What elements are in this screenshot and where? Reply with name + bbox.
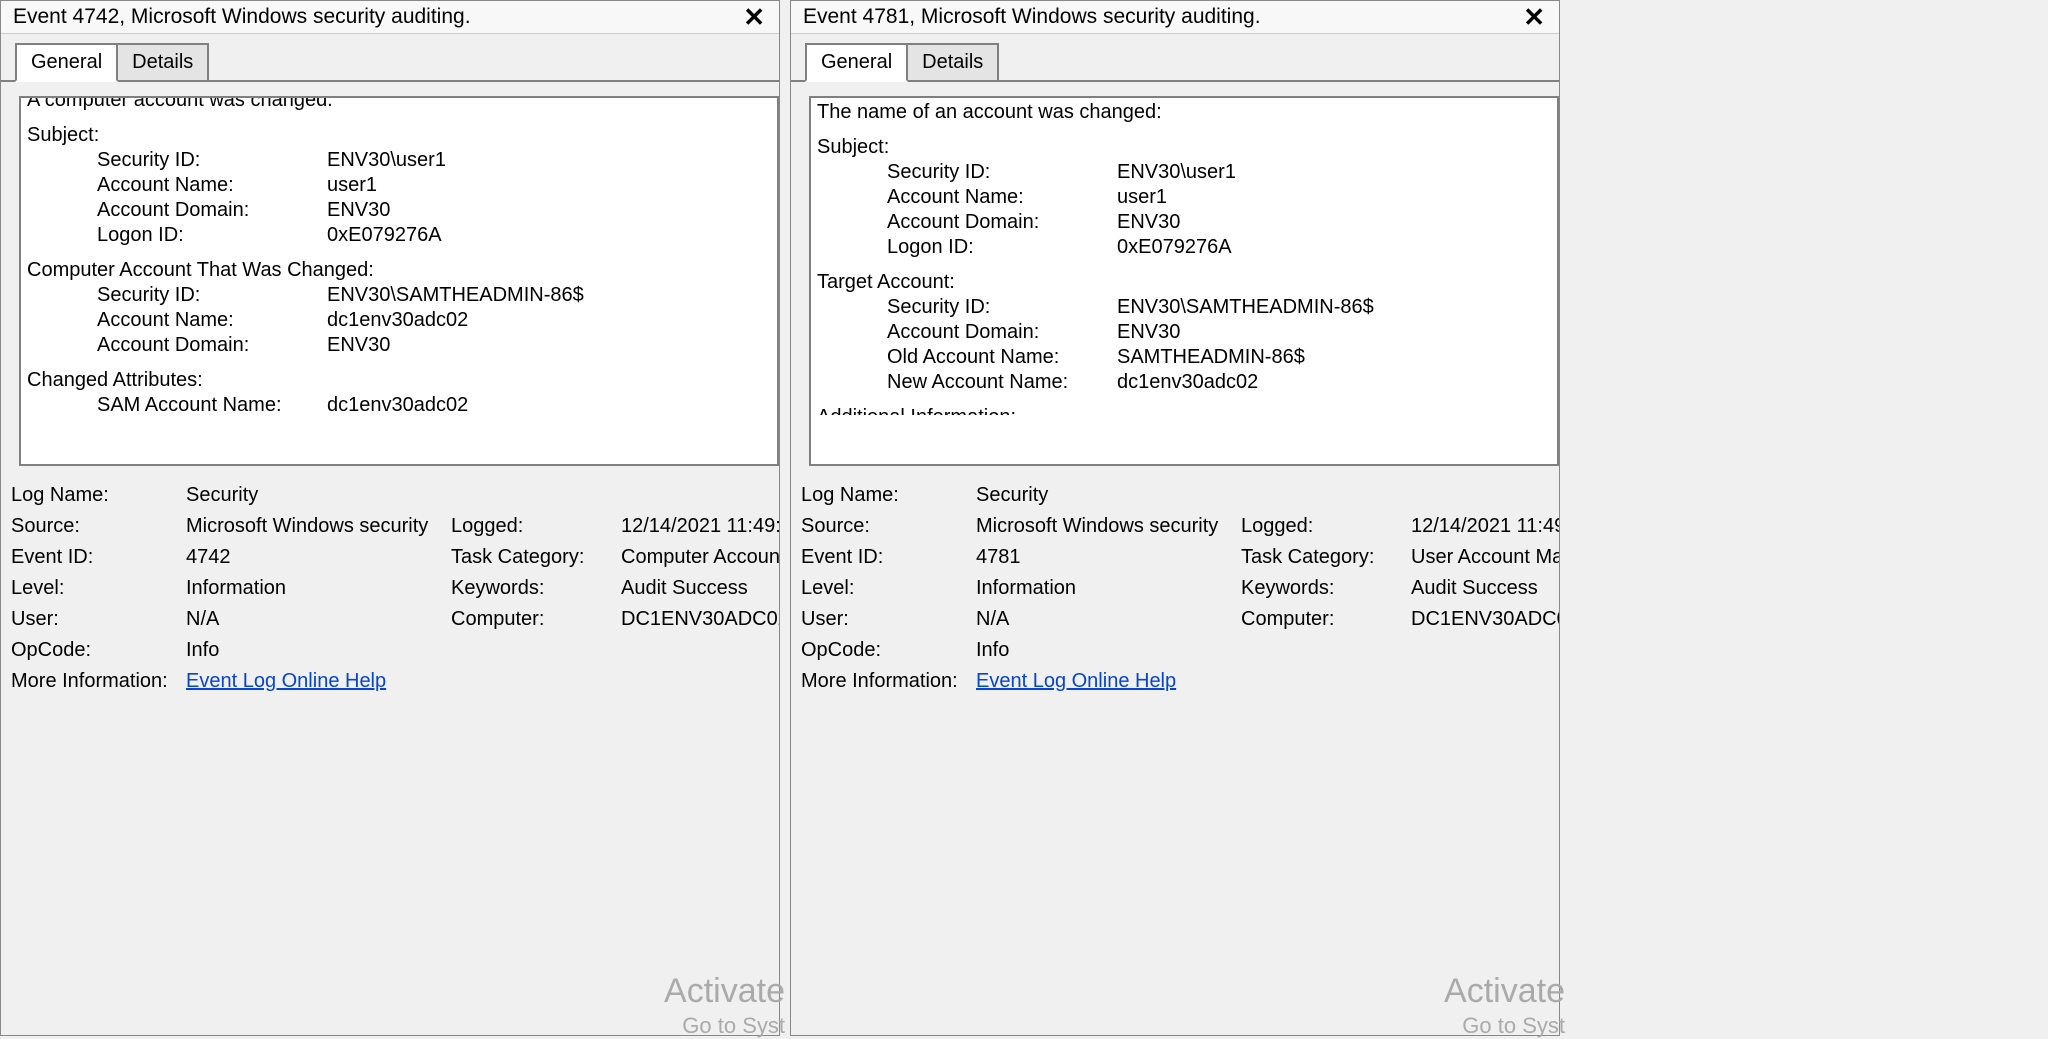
- row-t-account-domain: Account Domain:ENV30: [887, 320, 1551, 345]
- meta-grid: Log Name: Security Source: Microsoft Win…: [1, 466, 779, 701]
- meta-level: Level: Information Keywords: Audit Succe…: [11, 577, 779, 600]
- row-account-domain: Account Domain:ENV30: [97, 198, 771, 223]
- headline: A computer account was changed.: [27, 96, 771, 113]
- tab-general[interactable]: General: [15, 43, 118, 82]
- event-log-help-link[interactable]: Event Log Online Help: [976, 670, 1176, 692]
- subject-label: Subject:: [27, 123, 771, 148]
- row-c-account-name: Account Name:dc1env30adc02: [97, 308, 771, 333]
- window-title: Event 4742, Microsoft Windows security a…: [13, 5, 471, 29]
- event-4742-dialog: Event 4742, Microsoft Windows security a…: [0, 0, 780, 1036]
- close-icon[interactable]: ✕: [737, 7, 771, 27]
- meta-source: Source: Microsoft Windows security Logge…: [11, 515, 779, 538]
- meta-more-info: More Information: Event Log Online Help: [11, 670, 779, 693]
- meta-grid: Log Name: Security Source: Microsoft Win…: [791, 466, 1559, 701]
- row-account-name: Account Name:user1: [97, 173, 771, 198]
- tab-details[interactable]: Details: [116, 43, 209, 80]
- meta-opcode: OpCode: Info: [801, 639, 1559, 662]
- watermark-goto: Go to Syst: [1462, 1013, 1565, 1039]
- meta-log-name: Log Name: Security: [801, 484, 1559, 507]
- changed-account-header: Computer Account That Was Changed:: [27, 258, 771, 283]
- headline: The name of an account was changed:: [817, 100, 1551, 125]
- window-title: Event 4781, Microsoft Windows security a…: [803, 5, 1261, 29]
- titlebar: Event 4781, Microsoft Windows security a…: [791, 1, 1559, 34]
- row-t-security-id: Security ID:ENV30\SAMTHEADMIN-86$: [887, 295, 1551, 320]
- row-t-new-name: New Account Name:dc1env30adc02: [887, 370, 1551, 395]
- row-logon-id: Logon ID:0xE079276A: [887, 235, 1551, 260]
- row-t-old-name: Old Account Name:SAMTHEADMIN-86$: [887, 345, 1551, 370]
- meta-user: User: N/A Computer: DC1ENV30ADC02.e: [801, 608, 1559, 631]
- event-log-help-link[interactable]: Event Log Online Help: [186, 670, 386, 692]
- tab-general[interactable]: General: [805, 43, 908, 82]
- tab-row: General Details: [791, 44, 1559, 82]
- tab-row: General Details: [1, 44, 779, 82]
- meta-source: Source: Microsoft Windows security Logge…: [801, 515, 1559, 538]
- row-logon-id: Logon ID:0xE079276A: [97, 223, 771, 248]
- watermark-activate: Activate: [664, 972, 785, 1011]
- row-account-domain: Account Domain:ENV30: [887, 210, 1551, 235]
- watermark-activate: Activate: [1444, 972, 1565, 1011]
- meta-log-name: Log Name: Security: [11, 484, 779, 507]
- meta-event-id: Event ID: 4781 Task Category: User Accou…: [801, 546, 1559, 569]
- content-wrap: The name of an account was changed: Subj…: [791, 82, 1559, 466]
- titlebar: Event 4742, Microsoft Windows security a…: [1, 1, 779, 34]
- meta-more-info: More Information: Event Log Online Help: [801, 670, 1559, 693]
- meta-level: Level: Information Keywords: Audit Succe…: [801, 577, 1559, 600]
- row-c-security-id: Security ID:ENV30\SAMTHEADMIN-86$: [97, 283, 771, 308]
- tab-details[interactable]: Details: [906, 43, 999, 80]
- row-security-id: Security ID:ENV30\user1: [887, 160, 1551, 185]
- changed-attributes-header: Changed Attributes:: [27, 368, 771, 393]
- row-c-account-domain: Account Domain:ENV30: [97, 333, 771, 358]
- event-4781-dialog: Event 4781, Microsoft Windows security a…: [790, 0, 1560, 1036]
- meta-user: User: N/A Computer: DC1ENV30ADC02.e: [11, 608, 779, 631]
- event-description[interactable]: The name of an account was changed: Subj…: [809, 96, 1559, 466]
- target-account-header: Target Account:: [817, 270, 1551, 295]
- event-description[interactable]: A computer account was changed. Subject:…: [19, 96, 779, 466]
- subject-label: Subject:: [817, 135, 1551, 160]
- close-icon[interactable]: ✕: [1517, 7, 1551, 27]
- row-sam-name: SAM Account Name:dc1env30adc02: [97, 393, 771, 418]
- meta-opcode: OpCode: Info: [11, 639, 779, 662]
- additional-info-header: Additional Information:: [817, 405, 1551, 415]
- row-security-id: Security ID:ENV30\user1: [97, 148, 771, 173]
- row-account-name: Account Name:user1: [887, 185, 1551, 210]
- watermark-goto: Go to Syst: [682, 1013, 785, 1039]
- content-wrap: A computer account was changed. Subject:…: [1, 82, 779, 466]
- meta-event-id: Event ID: 4742 Task Category: Computer A…: [11, 546, 779, 569]
